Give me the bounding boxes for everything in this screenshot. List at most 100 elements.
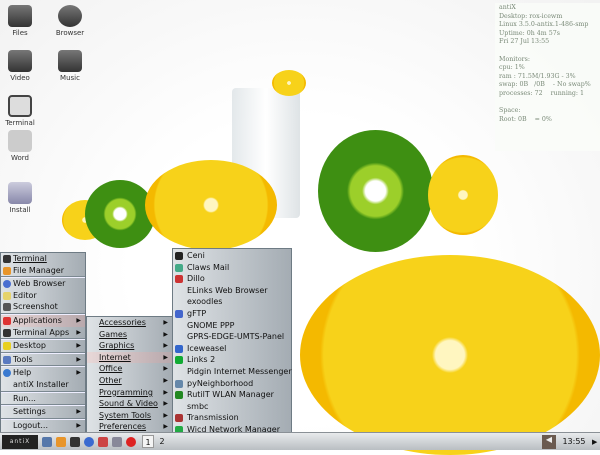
submenu-item-system-tools[interactable]: System Tools ▶ xyxy=(87,410,172,422)
power-icon[interactable] xyxy=(126,436,136,447)
editor-launcher-icon[interactable] xyxy=(98,436,108,447)
submenu-item-sound-video[interactable]: Sound & Video ▶ xyxy=(87,398,172,410)
submenu-item-other[interactable]: Other ▶ xyxy=(87,375,172,387)
menu-item-file-manager[interactable]: File Manager xyxy=(1,265,85,277)
submenu-item-office[interactable]: Office ▶ xyxy=(87,363,172,375)
submenu-arrow-icon: ▶ xyxy=(163,330,168,338)
internet-item-links-2[interactable]: Links 2 xyxy=(173,354,291,366)
conky-system-monitor: antiX Desktop: rox-icewm Linux 3.5.0-antix… xyxy=(495,3,600,151)
film-icon xyxy=(8,50,32,72)
submenu-arrow-icon: ▶ xyxy=(163,411,168,419)
menu-item-antix-installer[interactable]: antiX Installer xyxy=(1,379,85,391)
internet-item-pidgin-internet-messenger[interactable]: Pidgin Internet Messenger xyxy=(173,366,292,378)
conky-line: Root: 0B = 0% xyxy=(499,115,552,123)
start-button[interactable]: antiX xyxy=(2,434,38,449)
internet-item-rutilt-wlan-manager[interactable]: RutilT WLAN Manager xyxy=(173,389,291,401)
terminal-icon xyxy=(8,95,32,117)
menu-item-settings[interactable]: Settings ▶ xyxy=(1,406,85,418)
internet-item-iceweasel[interactable]: Iceweasel xyxy=(173,343,291,355)
submenu-item-accessories[interactable]: Accessories ▶ xyxy=(87,317,172,329)
submenu-arrow-icon: ▶ xyxy=(163,388,168,396)
workspace-2[interactable]: 2 xyxy=(156,435,168,448)
menu-item-web-browser[interactable]: Web Browser xyxy=(1,278,85,290)
terminal-launcher-icon[interactable] xyxy=(70,436,80,447)
desktop-icon-video[interactable]: Video xyxy=(0,50,40,82)
conky-line: Desktop: rox-icewm xyxy=(499,12,563,20)
menu-item-run[interactable]: Run... xyxy=(1,393,85,405)
internet-item-pyneighborhood[interactable]: pyNeighborhood xyxy=(173,378,291,390)
internet-submenu: Ceni Claws Mail Dillo ELinks Web Browser exo… xyxy=(172,248,292,446)
menu-item-editor[interactable]: Editor xyxy=(1,290,85,302)
browser-icon xyxy=(3,280,11,289)
conky-line xyxy=(499,47,596,56)
menu-item-desktop[interactable]: Desktop ▶ xyxy=(1,340,85,352)
tray-arrow-icon[interactable]: ▶ xyxy=(592,438,600,446)
menu-item-screenshot[interactable]: Screenshot xyxy=(1,301,85,313)
desktop-icon-files[interactable]: Files xyxy=(0,5,40,37)
conky-line: Uptime: 0h 4m 57s xyxy=(499,29,560,37)
editor-icon xyxy=(3,291,11,300)
submenu-arrow-icon: ▶ xyxy=(163,342,168,350)
submenu-item-graphics[interactable]: Graphics ▶ xyxy=(87,340,172,352)
terminal-icon xyxy=(3,328,11,337)
submenu-arrow-icon: ▶ xyxy=(163,400,168,408)
menu-item-help[interactable]: Help ▶ xyxy=(1,367,85,379)
desktop-icon-terminal[interactable]: Terminal xyxy=(0,95,40,127)
internet-item-gnome-ppp[interactable]: GNOME PPP xyxy=(173,320,291,332)
menu-item-logout[interactable]: Logout... ▶ xyxy=(1,420,85,432)
submenu-item-programming[interactable]: Programming ▶ xyxy=(87,387,172,399)
internet-item-gprs-edge-umts-panel[interactable]: GPRS-EDGE-UMTS-Panel xyxy=(173,331,291,343)
desktop-icon-install[interactable]: Install xyxy=(0,182,40,214)
wallpaper-kiwi xyxy=(318,130,433,252)
folder-icon xyxy=(8,5,32,27)
browser-launcher-icon[interactable] xyxy=(84,436,94,447)
menu-item-tools[interactable]: Tools ▶ xyxy=(1,354,85,366)
menu-item-terminal[interactable]: Terminal xyxy=(1,253,85,265)
internet-item-claws-mail[interactable]: Claws Mail xyxy=(173,262,291,274)
network-launcher-icon[interactable] xyxy=(112,436,122,447)
terminal-icon xyxy=(3,255,11,263)
desktop-icon-word[interactable]: Word xyxy=(0,130,40,162)
submenu-arrow-icon: ▶ xyxy=(76,421,81,429)
desktop-icon xyxy=(3,342,11,351)
internet-item-exoodles[interactable]: exoodles xyxy=(173,296,291,308)
submenu-item-games[interactable]: Games ▶ xyxy=(87,329,172,341)
desktop-icon-browser[interactable]: Browser xyxy=(50,5,90,37)
conky-line: processes: 72 running: 1 xyxy=(499,89,585,97)
submenu-item-internet[interactable]: Internet ▶ xyxy=(87,351,172,364)
conky-line: Fri 27 Jul 13:55 xyxy=(499,38,550,46)
volume-icon[interactable]: ◀ xyxy=(542,434,556,449)
internet-item-gftp[interactable]: gFTP xyxy=(173,308,291,320)
conky-line: cpu: 1% xyxy=(499,64,525,72)
file-manager-launcher-icon[interactable] xyxy=(56,436,66,447)
internet-item-dillo[interactable]: Dillo xyxy=(173,273,291,285)
ceni-icon xyxy=(175,252,183,260)
wallpaper-lemon xyxy=(272,70,306,96)
internet-item-elinks-web-browser[interactable]: ELinks Web Browser xyxy=(173,285,291,297)
clock[interactable]: 13:55 xyxy=(556,437,592,446)
menu-item-terminal-apps[interactable]: Terminal Apps ▶ xyxy=(1,327,85,339)
desktop-icon-music[interactable]: Music xyxy=(50,50,90,82)
show-desktop-icon[interactable] xyxy=(42,436,52,447)
conky-line: swap: 0B /0B - No swap% xyxy=(499,81,591,89)
conky-line xyxy=(499,99,596,108)
internet-item-ceni[interactable]: Ceni xyxy=(173,250,291,262)
menu-item-applications[interactable]: Applications ▶ xyxy=(1,314,85,327)
submenu-arrow-icon: ▶ xyxy=(163,376,168,384)
music-icon xyxy=(58,50,82,72)
internet-item-smbc[interactable]: smbc xyxy=(173,401,291,413)
claws-mail-icon xyxy=(175,263,183,272)
transmission-icon xyxy=(175,414,183,423)
start-menu: Terminal File Manager Web Browser Editor… xyxy=(0,252,86,433)
applications-submenu: Accessories ▶ Games ▶ Graphics ▶ Internet ▶ Offi… xyxy=(86,316,173,433)
submenu-arrow-icon: ▶ xyxy=(163,353,168,361)
tools-icon xyxy=(3,355,11,364)
internet-item-transmission[interactable]: Transmission xyxy=(173,412,291,424)
workspace-1[interactable]: 1 xyxy=(142,435,154,448)
iceweasel-icon xyxy=(175,344,183,353)
conky-line: ram : 71.5M/1.93G - 3% xyxy=(499,72,576,80)
wallpaper-lemon xyxy=(145,160,277,250)
camera-icon xyxy=(3,303,11,312)
pyneighborhood-icon xyxy=(175,379,183,388)
submenu-arrow-icon: ▶ xyxy=(163,365,168,373)
